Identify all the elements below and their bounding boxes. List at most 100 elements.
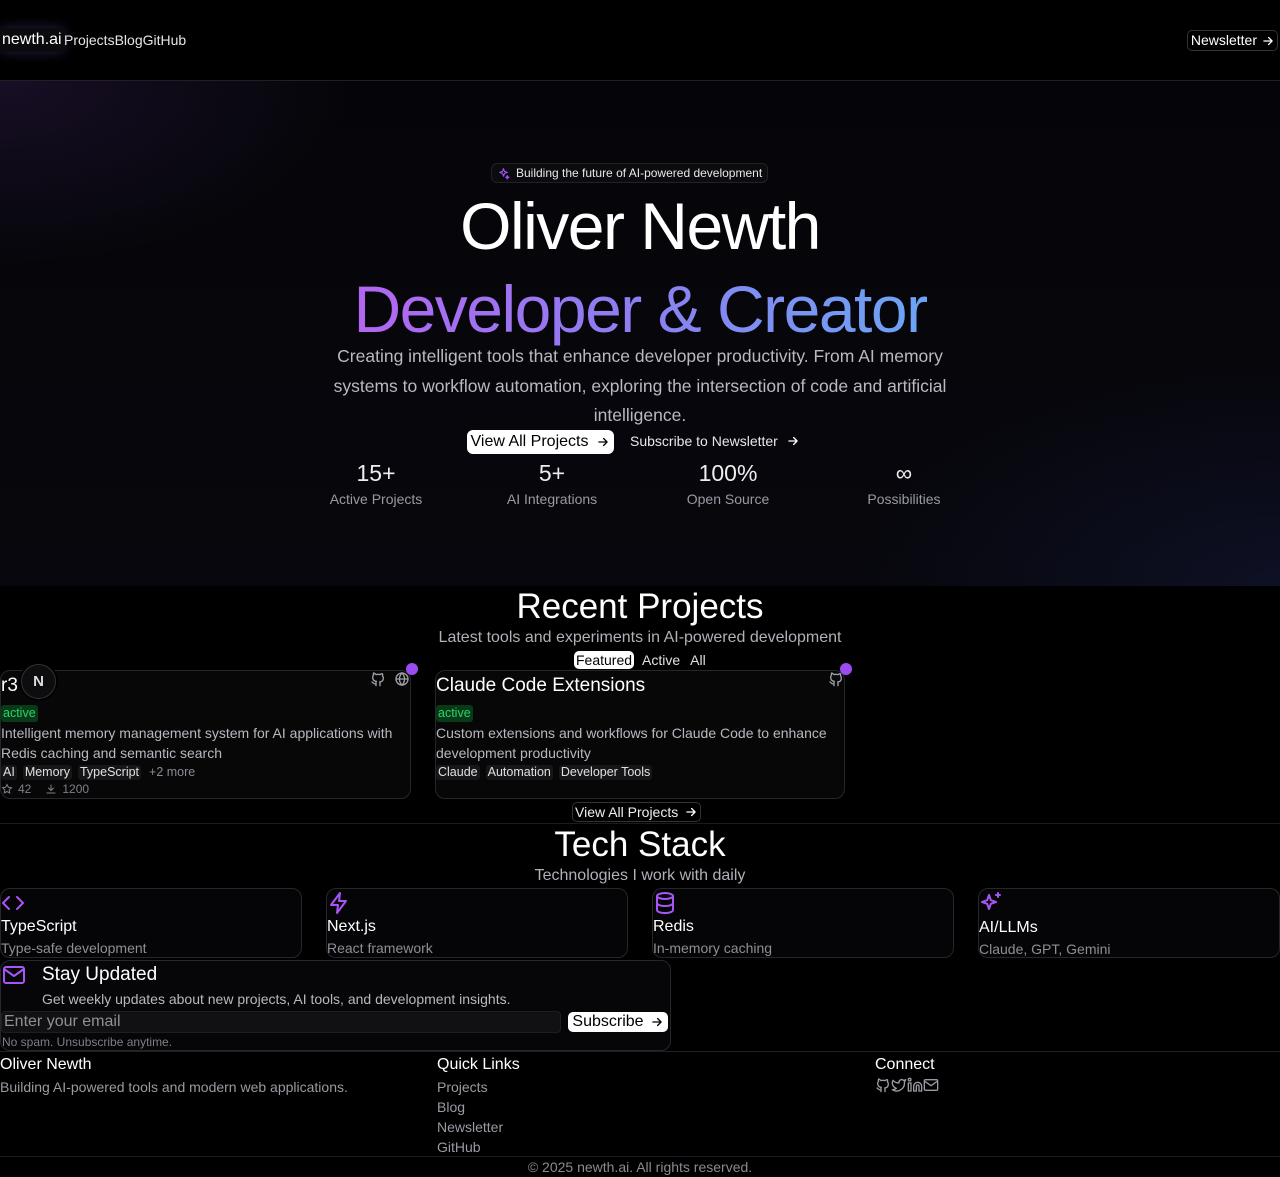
subscribe-newsletter-label: Subscribe to Newsletter	[630, 433, 778, 449]
footer-link-newsletter[interactable]: Newsletter	[437, 1119, 503, 1135]
tech-subtitle: Technologies I work with daily	[534, 867, 746, 884]
footer-link-projects[interactable]: Projects	[437, 1079, 488, 1095]
stat-label: Possibilities	[867, 491, 941, 507]
zap-icon	[330, 892, 347, 914]
tech-name: TypeScript	[1, 918, 77, 935]
nav-link-blog[interactable]: Blog	[115, 32, 143, 48]
sparkles-icon	[499, 167, 510, 179]
stat-active-projects: 15+ Active Projects	[288, 458, 464, 508]
quick-links-title: Quick Links	[437, 1056, 520, 1073]
projects-view-all-label: View All Projects	[575, 804, 679, 820]
tech-card-ai-llms: AI/LLMs Claude, GPT, Gemini	[978, 888, 1280, 958]
github-icon[interactable]	[875, 1077, 891, 1093]
nav-link-projects[interactable]: Projects	[64, 32, 115, 48]
tag: Memory	[22, 765, 72, 780]
featured-dot	[840, 663, 852, 675]
avatar: N	[21, 664, 56, 699]
stat-ai-integrations: 5+ AI Integrations	[464, 458, 640, 508]
hero-subtitle: Developer & Creator	[0, 269, 1280, 349]
nav-link-github[interactable]: GitHub	[143, 32, 187, 48]
tech-card-redis: Redis In-memory caching	[652, 888, 954, 958]
github-icon[interactable]	[370, 671, 386, 687]
stat-value: 5+	[538, 460, 566, 486]
newsletter-title: Stay Updated	[42, 964, 158, 985]
tech-title: Tech Stack	[554, 825, 726, 864]
footer-link-blog[interactable]: Blog	[437, 1099, 465, 1115]
footer-tagline: Building AI-powered tools and modern web…	[0, 1079, 348, 1095]
hero-stats: 15+ Active Projects 5+ AI Integrations 100…	[288, 458, 992, 508]
nav-newsletter-button[interactable]: Newsletter	[1186, 30, 1278, 51]
arrow-right-icon	[651, 1017, 662, 1027]
project-description: Custom extensions and workflows for Clau…	[436, 725, 827, 761]
status-badge: active	[1, 705, 38, 722]
footer-connect: Connect	[875, 1055, 939, 1093]
download-icon	[46, 784, 56, 794]
project-card-claude-code-extensions[interactable]: Claude Code Extensions active Custom ext…	[435, 663, 852, 799]
project-card-r3[interactable]: r3 active Intelligent memory management …	[0, 663, 418, 799]
projects-view-all-button[interactable]: View All Projects	[572, 802, 702, 822]
tag-more: +2 more	[149, 765, 196, 779]
tag: AI	[1, 765, 17, 780]
email-input[interactable]: Enter your email	[1, 1011, 561, 1033]
newsletter-card: Stay Updated Get weekly updates about ne…	[0, 960, 671, 1051]
tag: TypeScript	[77, 765, 142, 780]
tag: Claude	[436, 765, 480, 780]
twitter-icon[interactable]	[891, 1077, 907, 1093]
footer-name: Oliver Newth	[0, 1056, 92, 1073]
downloads-value: 1200	[62, 782, 90, 796]
code-icon	[2, 896, 24, 910]
tag: Automation	[485, 765, 553, 780]
stat-value: ∞	[895, 460, 913, 486]
hero-section: Building the future of AI-powered develo…	[0, 81, 1280, 586]
projects-title: Recent Projects	[516, 587, 764, 626]
stat-label: Active Projects	[329, 491, 423, 507]
project-tags: Claude Automation Developer Tools	[436, 765, 653, 780]
project-title: Claude Code Extensions	[436, 675, 646, 696]
nav-links: Projects Blog GitHub	[64, 32, 186, 48]
project-tags: AI Memory TypeScript +2 more	[1, 765, 197, 780]
mail-icon[interactable]	[923, 1077, 939, 1093]
mail-icon	[3, 966, 25, 984]
linkedin-icon[interactable]	[907, 1077, 923, 1093]
subscribe-button[interactable]: Subscribe	[568, 1012, 668, 1032]
filter-featured[interactable]: Featured	[574, 651, 635, 669]
nav-newsletter-label: Newsletter	[1190, 32, 1257, 48]
subscribe-newsletter-button[interactable]: Subscribe to Newsletter	[630, 433, 800, 449]
newsletter-fineprint: No spam. Unsubscribe anytime.	[2, 1035, 173, 1049]
featured-dot	[406, 663, 418, 675]
sparkles-icon	[981, 892, 1001, 910]
projects-subtitle: Latest tools and experiments in AI-power…	[438, 629, 842, 646]
stars-count: 42	[1, 782, 31, 796]
connect-title: Connect	[875, 1056, 935, 1073]
tech-desc: Type-safe development	[1, 940, 147, 956]
footer-link-github[interactable]: GitHub	[437, 1139, 481, 1155]
copyright: © 2025 newth.ai. All rights reserved.	[0, 1156, 1280, 1177]
view-all-projects-button[interactable]: View All Projects	[467, 430, 614, 454]
tech-card-typescript: TypeScript Type-safe development	[0, 888, 302, 958]
arrow-right-icon	[788, 436, 798, 446]
arrow-right-icon	[1263, 36, 1273, 45]
stat-label: AI Integrations	[506, 491, 598, 507]
filter-active[interactable]: Active	[640, 651, 682, 669]
arrow-right-icon	[686, 807, 696, 817]
stars-value: 42	[18, 782, 32, 796]
brand-logo[interactable]: newth.ai	[0, 28, 64, 52]
hero-title: Oliver Newth	[460, 189, 821, 263]
filter-all[interactable]: All	[688, 651, 708, 669]
downloads-count: 1200	[45, 782, 89, 796]
tech-desc: In-memory caching	[653, 940, 773, 956]
tech-name: Redis	[653, 918, 694, 935]
stat-label: Open Source	[686, 491, 770, 507]
tech-name: AI/LLMs	[979, 919, 1038, 936]
stat-value: 100%	[698, 460, 758, 486]
status-badge: active	[436, 705, 473, 722]
stat-open-source: 100% Open Source	[640, 458, 816, 508]
star-icon	[1, 783, 13, 794]
project-meta: 42 1200	[1, 782, 89, 796]
hero-pill: Building the future of AI-powered develo…	[491, 163, 769, 183]
top-nav: newth.ai Projects Blog GitHub Newsletter	[0, 0, 1280, 81]
database-icon	[656, 892, 674, 915]
tech-name: Next.js	[327, 918, 376, 935]
footer-quick-links: Quick Links Projects Blog Newsletter Git…	[437, 1055, 520, 1157]
hero-subtitle-text: Developer & Creator	[353, 272, 928, 346]
